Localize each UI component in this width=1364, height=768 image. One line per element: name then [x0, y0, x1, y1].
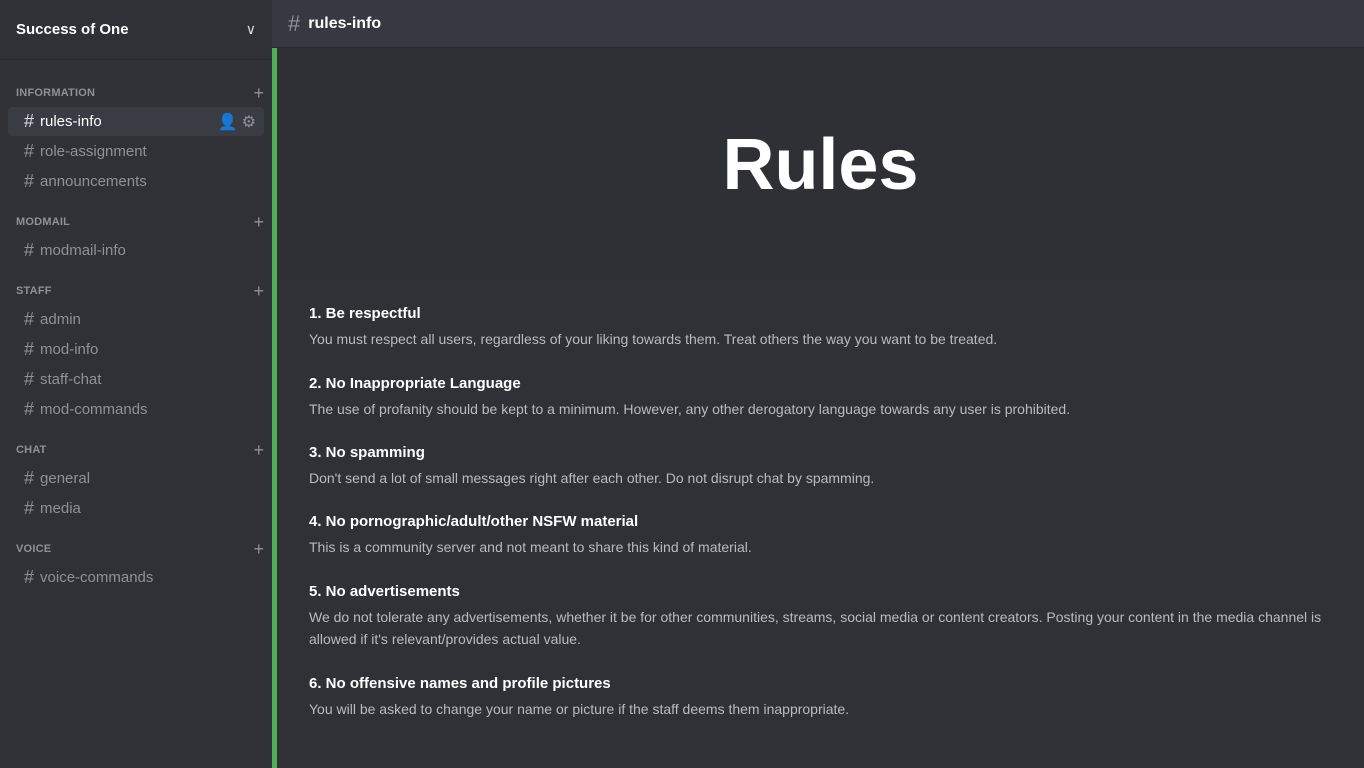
header-channel-name: rules-info: [308, 15, 381, 33]
add-channel-staff[interactable]: +: [253, 282, 264, 300]
add-channel-modmail[interactable]: +: [253, 213, 264, 231]
channel-item-media[interactable]: # media: [8, 494, 264, 523]
channel-header: # rules-info: [272, 0, 1364, 48]
banner-title: Rules: [722, 124, 918, 206]
hash-icon-voice-commands: #: [24, 567, 34, 588]
hash-icon-rules-info: #: [24, 111, 34, 132]
category-staff[interactable]: STAFF +: [0, 266, 272, 304]
chevron-down-icon: ∨: [246, 21, 256, 38]
channel-item-voice-commands[interactable]: # voice-commands: [8, 563, 264, 592]
hash-icon-modmail-info: #: [24, 240, 34, 261]
channel-name-voice-commands: voice-commands: [40, 569, 256, 586]
add-channel-information[interactable]: +: [253, 84, 264, 102]
channel-name-media: media: [40, 500, 256, 517]
rule-6-title: 6. No offensive names and profile pictur…: [309, 675, 1332, 692]
channel-name-announcements: announcements: [40, 173, 256, 190]
channel-name-mod-commands: mod-commands: [40, 401, 256, 418]
channel-name-mod-info: mod-info: [40, 341, 256, 358]
main-content: # rules-info Rules 1. Be respectful You …: [272, 0, 1364, 768]
hash-icon-mod-commands: #: [24, 399, 34, 420]
rule-2: 2. No Inappropriate Language The use of …: [309, 375, 1332, 420]
channel-icons-rules-info: 👤 ⚙: [218, 112, 256, 132]
category-label-chat: CHAT: [16, 444, 47, 456]
channel-item-mod-info[interactable]: # mod-info: [8, 335, 264, 364]
channel-item-mod-commands[interactable]: # mod-commands: [8, 395, 264, 424]
rules-banner: Rules: [272, 48, 1364, 281]
rule-2-title: 2. No Inappropriate Language: [309, 375, 1332, 392]
hash-icon-media: #: [24, 498, 34, 519]
hash-icon-role-assignment: #: [24, 141, 34, 162]
channel-item-announcements[interactable]: # announcements: [8, 167, 264, 196]
add-channel-voice[interactable]: +: [253, 540, 264, 558]
channel-name-admin: admin: [40, 311, 256, 328]
rule-3-description: Don't send a lot of small messages right…: [309, 467, 1332, 489]
channel-item-rules-info[interactable]: # rules-info 👤 ⚙: [8, 107, 264, 136]
rule-1-description: You must respect all users, regardless o…: [309, 328, 1332, 350]
rule-5-title: 5. No advertisements: [309, 583, 1332, 600]
rule-1-title: 1. Be respectful: [309, 305, 1332, 322]
channel-item-general[interactable]: # general: [8, 464, 264, 493]
rule-4: 4. No pornographic/adult/other NSFW mate…: [309, 513, 1332, 558]
rule-1: 1. Be respectful You must respect all us…: [309, 305, 1332, 350]
category-label-modmail: MODMAIL: [16, 216, 70, 228]
server-header[interactable]: Success of One ∨: [0, 0, 272, 60]
server-name: Success of One: [16, 21, 129, 38]
hash-icon-announcements: #: [24, 171, 34, 192]
channel-name-modmail-info: modmail-info: [40, 242, 256, 259]
category-chat[interactable]: CHAT +: [0, 425, 272, 463]
rule-5: 5. No advertisements We do not tolerate …: [309, 583, 1332, 651]
rule-5-description: We do not tolerate any advertisements, w…: [309, 606, 1332, 651]
sidebar: Success of One ∨ INFORMATION + # rules-i…: [0, 0, 272, 768]
hash-icon-staff-chat: #: [24, 369, 34, 390]
hash-icon-general: #: [24, 468, 34, 489]
channel-name-rules-info: rules-info: [40, 113, 218, 130]
category-modmail[interactable]: MODMAIL +: [0, 197, 272, 235]
channel-item-staff-chat[interactable]: # staff-chat: [8, 365, 264, 394]
rule-4-description: This is a community server and not meant…: [309, 536, 1332, 558]
channel-item-role-assignment[interactable]: # role-assignment: [8, 137, 264, 166]
category-information[interactable]: INFORMATION +: [0, 68, 272, 106]
hash-icon-admin: #: [24, 309, 34, 330]
channel-name-staff-chat: staff-chat: [40, 371, 256, 388]
category-voice[interactable]: VOICE +: [0, 524, 272, 562]
header-hash-icon: #: [288, 11, 300, 37]
rule-4-title: 4. No pornographic/adult/other NSFW mate…: [309, 513, 1332, 530]
channel-name-general: general: [40, 470, 256, 487]
rule-3-title: 3. No spamming: [309, 444, 1332, 461]
channel-list: INFORMATION + # rules-info 👤 ⚙ # role-as…: [0, 60, 272, 768]
content-area[interactable]: Rules 1. Be respectful You must respect …: [272, 48, 1364, 768]
channel-item-modmail-info[interactable]: # modmail-info: [8, 236, 264, 265]
category-label-voice: VOICE: [16, 543, 51, 555]
channel-name-role-assignment: role-assignment: [40, 143, 256, 160]
rule-3: 3. No spamming Don't send a lot of small…: [309, 444, 1332, 489]
add-member-icon[interactable]: 👤: [218, 112, 238, 132]
category-label-information: INFORMATION: [16, 87, 95, 99]
rule-6: 6. No offensive names and profile pictur…: [309, 675, 1332, 720]
channel-item-admin[interactable]: # admin: [8, 305, 264, 334]
rule-6-description: You will be asked to change your name or…: [309, 698, 1332, 720]
rules-content: 1. Be respectful You must respect all us…: [272, 281, 1364, 768]
category-label-staff: STAFF: [16, 285, 52, 297]
add-channel-chat[interactable]: +: [253, 441, 264, 459]
hash-icon-mod-info: #: [24, 339, 34, 360]
rule-2-description: The use of profanity should be kept to a…: [309, 398, 1332, 420]
settings-icon[interactable]: ⚙: [242, 112, 256, 132]
